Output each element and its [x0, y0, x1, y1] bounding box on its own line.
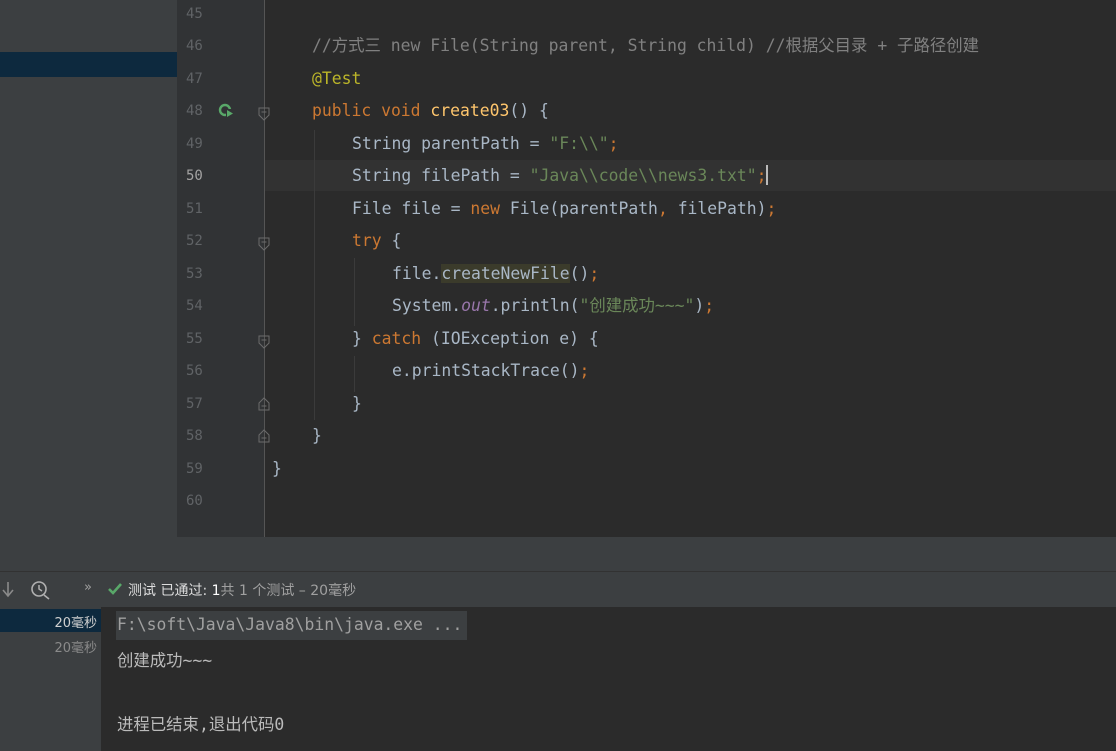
project-panel — [0, 0, 177, 537]
test-status-prefix: 测试 已通过: — [128, 583, 212, 599]
line-number: 53 — [186, 266, 203, 282]
code-text: String filePath = — [352, 166, 530, 185]
code-line-59[interactable]: } — [272, 458, 282, 480]
line-number: 55 — [186, 331, 203, 347]
test-status-count: 1 — [211, 583, 221, 599]
code-text: ) — [694, 296, 705, 315]
test-status-suffix: 共 1 个测试 – 20毫秒 — [220, 583, 357, 599]
expand-chevron-icon[interactable]: » — [84, 580, 92, 595]
editor-bottom-strip — [0, 537, 1116, 571]
gutter-separator — [264, 0, 265, 537]
code-comment: //方式三 new File(String parent, String chi… — [312, 36, 980, 55]
code-static-field: out — [461, 296, 491, 315]
code-text: File file = — [352, 199, 471, 218]
line-number: 52 — [186, 233, 203, 249]
line-number: 46 — [186, 38, 203, 54]
code-line-54[interactable]: System.out.println("创建成功~~~"); — [392, 295, 714, 317]
code-line-58[interactable]: } — [312, 425, 322, 447]
code-text: filePath) — [677, 199, 767, 218]
code-line-48[interactable]: public void create03() { — [312, 100, 549, 122]
fold-open-icon[interactable] — [258, 237, 270, 251]
line-number: 59 — [186, 461, 203, 477]
line-number: 51 — [186, 201, 203, 217]
code-text: (IOException e) { — [421, 329, 599, 348]
line-number: 54 — [186, 298, 203, 314]
line-number-current: 50 — [186, 168, 203, 184]
code-line-55[interactable]: } catch (IOException e) { — [352, 328, 599, 350]
run-test-icon[interactable] — [218, 103, 234, 119]
code-comma: , — [657, 199, 678, 218]
code-line-52[interactable]: try { — [352, 230, 401, 252]
line-number: 57 — [186, 396, 203, 412]
code-method-name: create03 — [430, 101, 510, 120]
check-passed-icon — [108, 583, 122, 595]
code-text: e.printStackTrace() — [392, 361, 580, 380]
fold-close-icon[interactable] — [258, 429, 270, 443]
code-text: String parentPath = — [352, 134, 550, 153]
console-exit-line: 进程已结束,退出代码0 — [117, 715, 285, 734]
code-string: "Java\\code\\news3.txt" — [529, 166, 757, 185]
code-line-49[interactable]: String parentPath = "F:\\"; — [352, 133, 618, 155]
line-number: 45 — [186, 6, 203, 22]
code-annotation: @Test — [312, 69, 362, 88]
code-semicolon: ; — [579, 361, 590, 380]
test-tree-item-time[interactable]: 20毫秒 — [0, 612, 97, 631]
console-output-line: 创建成功~~~ — [117, 651, 213, 670]
code-text: } — [352, 329, 372, 348]
code-text: () — [569, 264, 590, 283]
code-keyword: catch — [371, 329, 422, 348]
code-highlighted-call: createNewFile — [441, 264, 570, 283]
line-number: 48 — [186, 103, 203, 119]
code-semicolon: ; — [608, 134, 619, 153]
code-semicolon: ; — [756, 166, 767, 185]
code-semicolon: ; — [589, 264, 600, 283]
indent-guide — [314, 130, 315, 420]
project-selected-row[interactable] — [0, 52, 177, 77]
code-text: .println( — [490, 296, 580, 315]
code-text: () { — [509, 101, 549, 120]
code-text: { — [381, 231, 402, 250]
code-string: "F:\\" — [549, 134, 609, 153]
test-tree-item-time[interactable]: 20毫秒 — [0, 637, 97, 656]
code-semicolon: ; — [766, 199, 777, 218]
code-keyword: new — [470, 199, 510, 218]
line-number: 47 — [186, 71, 203, 87]
test-status-text: 测试 已通过: 1共 1 个测试 – 20毫秒 — [128, 580, 356, 600]
console-command-line[interactable]: F:\soft\Java\Java8\bin\java.exe ... — [117, 615, 462, 634]
code-keyword: try — [352, 231, 382, 250]
scroll-down-icon[interactable] — [2, 581, 14, 599]
code-text: System. — [392, 296, 462, 315]
code-line-50[interactable]: String filePath = "Java\\code\\news3.txt… — [352, 165, 769, 187]
code-line-53[interactable]: file.createNewFile(); — [392, 263, 599, 285]
fold-open-icon[interactable] — [258, 107, 270, 121]
code-string: "创建成功~~~" — [579, 296, 695, 315]
fold-close-icon[interactable] — [258, 397, 270, 411]
code-semicolon: ; — [704, 296, 715, 315]
code-line-57[interactable]: } — [352, 393, 362, 415]
line-number: 56 — [186, 363, 203, 379]
code-line-51[interactable]: File file = new File(parentPath, filePat… — [352, 198, 776, 220]
code-keyword: public void — [312, 101, 431, 120]
line-number: 60 — [186, 493, 203, 509]
line-number: 58 — [186, 428, 203, 444]
code-line-56[interactable]: e.printStackTrace(); — [392, 360, 589, 382]
text-caret — [766, 165, 769, 185]
fold-open-icon[interactable] — [258, 335, 270, 349]
code-text: File(parentPath — [509, 199, 658, 218]
indent-guide — [354, 258, 355, 326]
history-clock-icon[interactable] — [30, 580, 52, 600]
indent-guide — [354, 356, 355, 392]
line-number: 49 — [186, 136, 203, 152]
code-text: file. — [392, 264, 442, 283]
